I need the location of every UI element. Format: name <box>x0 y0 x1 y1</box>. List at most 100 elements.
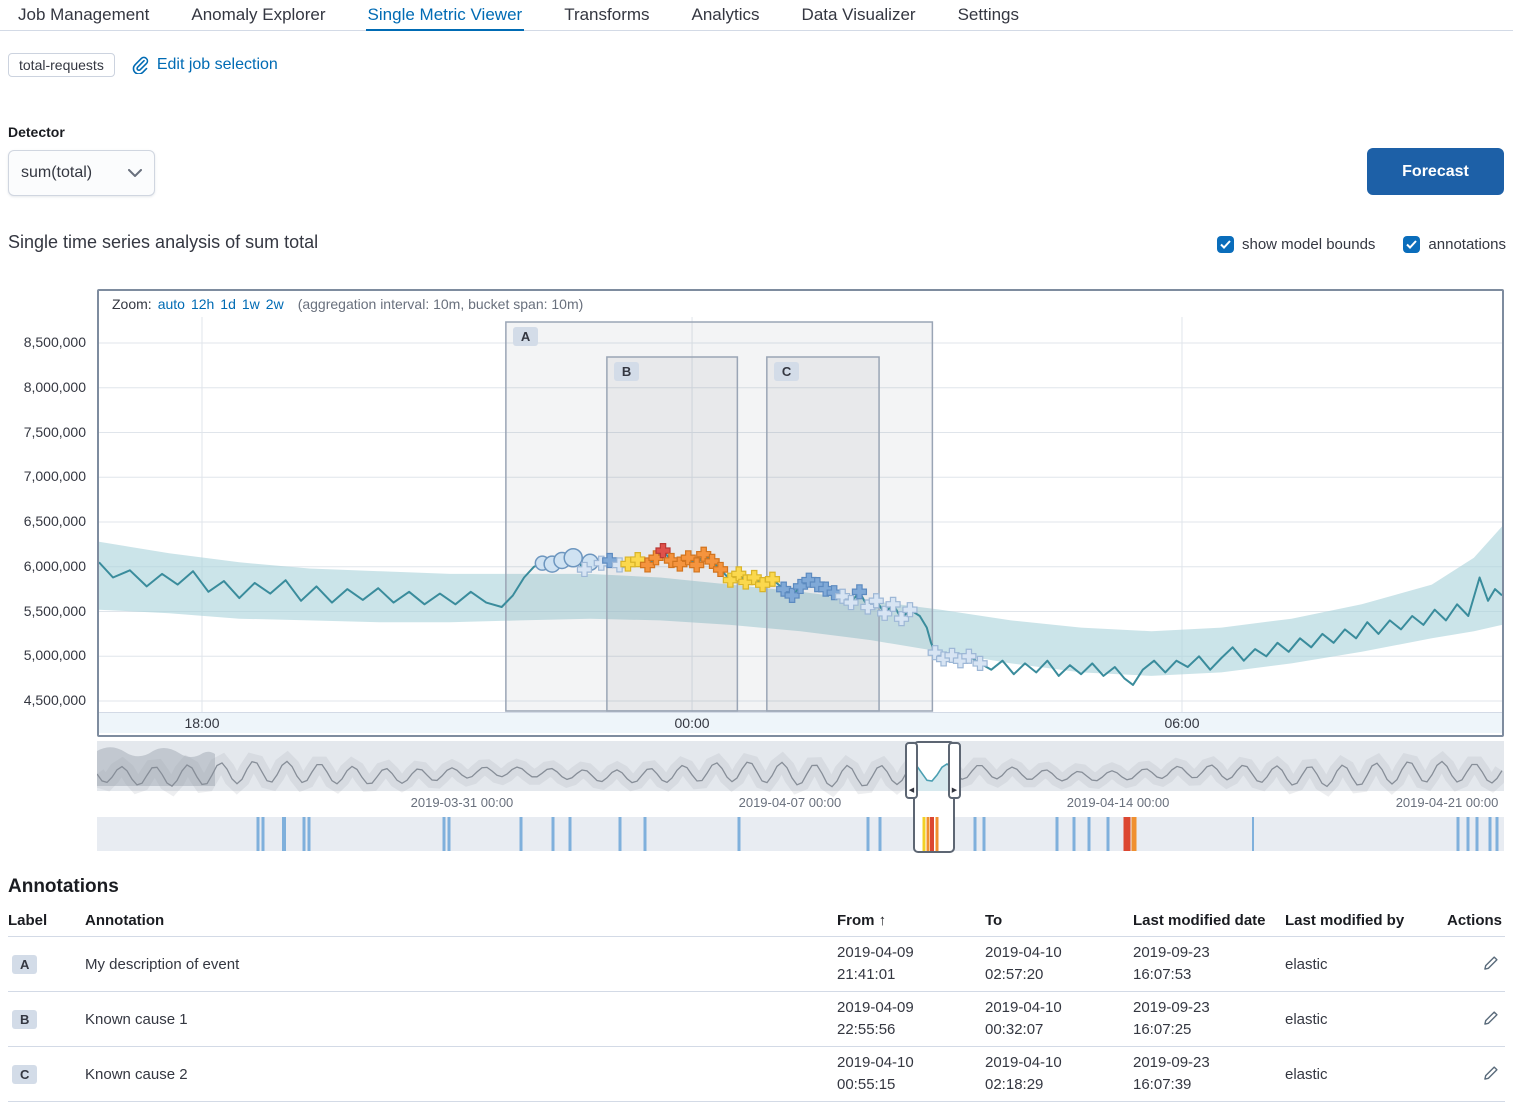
swimlane-annotation-marker[interactable] <box>1489 817 1492 851</box>
swimlane-anomaly-marker[interactable] <box>1124 817 1131 851</box>
swimlane-annotation-marker[interactable] <box>1056 817 1059 851</box>
swimlane-annotation-marker[interactable] <box>282 817 286 851</box>
column-header-modified_by: Last modified by <box>1285 912 1447 929</box>
context-overview-chart[interactable]: 2019-03-31 00:002019-04-07 00:002019-04-… <box>97 741 1504 813</box>
tab-transforms[interactable]: Transforms <box>562 0 651 31</box>
job-selection-badge: total-requests <box>8 53 115 77</box>
tab-analytics[interactable]: Analytics <box>690 0 762 31</box>
swimlane-annotation-marker[interactable] <box>520 817 523 851</box>
zoom-link-auto[interactable]: auto <box>158 296 185 312</box>
swimlane-annotation-marker[interactable] <box>1457 817 1460 851</box>
annotation-row-A: AMy description of event2019-04-0921:41:… <box>8 937 1505 992</box>
swimlane-annotation-marker[interactable] <box>257 817 260 851</box>
annotation-row-B: BKnown cause 12019-04-0922:55:562019-04-… <box>8 992 1505 1047</box>
zoom-interval-info: (aggregation interval: 10m, bucket span:… <box>298 296 584 312</box>
swimlane-annotation-marker[interactable] <box>644 817 647 851</box>
swimlane-annotation-marker[interactable] <box>974 817 977 851</box>
x-axis-label: 06:00 <box>1164 715 1199 731</box>
swimlane-annotation-marker[interactable] <box>262 817 265 851</box>
tab-settings[interactable]: Settings <box>956 0 1021 31</box>
zoom-link-1d[interactable]: 1d <box>220 296 236 312</box>
y-axis-label: 6,500,000 <box>24 513 86 529</box>
swimlane-annotation-marker[interactable] <box>1467 817 1470 851</box>
zoom-link-2w[interactable]: 2w <box>266 296 284 312</box>
swimlane-annotation-marker[interactable] <box>867 817 870 851</box>
main-time-series-chart[interactable] <box>99 317 1502 712</box>
swimlane-annotation-marker[interactable] <box>738 817 741 851</box>
zoom-link-1w[interactable]: 1w <box>242 296 260 312</box>
brush-handle-right[interactable]: ▶ <box>948 742 961 799</box>
x-axis-label: 00:00 <box>675 715 710 731</box>
annotation-text: Known cause 2 <box>85 1066 837 1083</box>
swimlane-annotation-marker[interactable] <box>1476 817 1479 851</box>
swimlane-anomaly-marker[interactable] <box>923 817 926 851</box>
paperclip-icon <box>131 56 149 74</box>
swimlane-annotation-marker[interactable] <box>1496 817 1499 851</box>
tab-anomaly-explorer[interactable]: Anomaly Explorer <box>189 0 327 31</box>
annotations-table-header: LabelAnnotationFrom ↑ToLast modified dat… <box>8 905 1505 937</box>
swimlane-anomaly-marker[interactable] <box>927 817 930 851</box>
annotation-text: My description of event <box>85 956 837 973</box>
swimlane-annotation-marker[interactable] <box>1107 817 1110 851</box>
column-header-annotation: Annotation <box>85 912 837 929</box>
show-model-bounds-checkbox[interactable]: show model bounds <box>1217 236 1375 253</box>
annotation-label-badge: C <box>12 1065 37 1084</box>
chevron-down-icon <box>128 169 142 177</box>
swimlane-annotation-marker[interactable] <box>1088 817 1091 851</box>
swimlane-annotation-marker[interactable] <box>983 817 986 851</box>
column-header-from[interactable]: From ↑ <box>837 912 985 929</box>
swimlane-annotation-marker[interactable] <box>308 817 311 851</box>
edit-annotation-button[interactable] <box>1481 1008 1501 1031</box>
edit-job-selection-link[interactable]: Edit job selection <box>131 56 278 74</box>
detector-label: Detector <box>8 124 65 140</box>
y-axis-label: 7,000,000 <box>24 468 86 484</box>
pencil-icon <box>1483 1065 1499 1081</box>
annotations-swimlane[interactable] <box>97 817 1504 851</box>
annotation-to: 2019-04-1002:18:29 <box>985 1052 1133 1096</box>
detector-select-value: sum(total) <box>21 164 92 182</box>
annotation-from: 2019-04-1000:55:15 <box>837 1052 985 1096</box>
swimlane-anomaly-marker[interactable] <box>930 817 934 851</box>
annotation-label-badge: A <box>12 955 37 974</box>
single-metric-viewer-page: Job Management Anomaly Explorer Single M… <box>0 0 1513 1105</box>
swimlane-anomaly-marker[interactable] <box>1132 817 1137 851</box>
swimlane-annotation-marker[interactable] <box>619 817 622 851</box>
annotations-checkbox[interactable]: annotations <box>1403 236 1506 253</box>
column-header-label: Label <box>8 912 85 929</box>
y-axis-label: 4,500,000 <box>24 692 86 708</box>
swimlane-annotation-marker[interactable] <box>569 817 572 851</box>
tab-job-management[interactable]: Job Management <box>16 0 151 31</box>
swimlane-anomaly-marker[interactable] <box>936 817 939 851</box>
annotation-box-B[interactable] <box>607 357 737 711</box>
swimlane-annotation-marker[interactable] <box>303 817 306 851</box>
tab-single-metric-viewer[interactable]: Single Metric Viewer <box>366 0 525 31</box>
annotations-table: LabelAnnotationFrom ↑ToLast modified dat… <box>8 905 1505 1102</box>
brush-handle-left[interactable]: ◀ <box>905 742 918 799</box>
edit-annotation-button[interactable] <box>1481 953 1501 976</box>
swimlane-annotation-marker[interactable] <box>448 817 451 851</box>
swimlane-annotation-marker[interactable] <box>879 817 882 851</box>
swimlane-annotation-marker[interactable] <box>1252 817 1254 851</box>
forecast-button[interactable]: Forecast <box>1367 148 1504 195</box>
annotations-table-body: AMy description of event2019-04-0921:41:… <box>8 937 1505 1102</box>
column-header-modified_date: Last modified date <box>1133 912 1285 929</box>
annotation-chip-B: B <box>614 362 639 381</box>
tab-data-visualizer[interactable]: Data Visualizer <box>800 0 918 31</box>
swimlane-annotation-marker[interactable] <box>552 817 555 851</box>
detector-select[interactable]: sum(total) <box>8 150 155 196</box>
annotation-box-C[interactable] <box>767 357 879 711</box>
main-navigation: Job Management Anomaly Explorer Single M… <box>0 0 1513 31</box>
zoom-link-12h[interactable]: 12h <box>191 296 214 312</box>
swimlane-annotation-marker[interactable] <box>1073 817 1076 851</box>
edit-annotation-button[interactable] <box>1481 1063 1501 1086</box>
annotation-modified-date: 2019-09-2316:07:53 <box>1133 942 1285 986</box>
anomaly-marker-multibucket[interactable] <box>564 549 582 567</box>
swimlane-annotation-marker[interactable] <box>443 817 446 851</box>
x-axis: 18:0000:0006:00 <box>99 712 1502 733</box>
y-axis-label: 5,500,000 <box>24 603 86 619</box>
y-axis-label: 5,000,000 <box>24 647 86 663</box>
zoom-label: Zoom: <box>112 296 152 312</box>
chart-title: Single time series analysis of sum total <box>8 232 318 253</box>
annotation-modified-by: elastic <box>1285 1011 1447 1028</box>
y-axis-label: 6,000,000 <box>24 558 86 574</box>
